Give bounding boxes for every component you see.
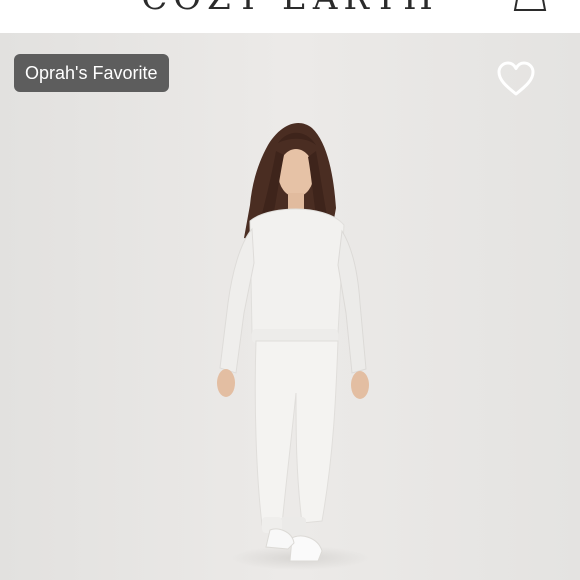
oprahs-favorite-badge: Oprah's Favorite	[14, 54, 169, 92]
shopping-bag-icon[interactable]	[512, 0, 548, 12]
product-hero: Oprah's Favorite	[0, 33, 580, 580]
woman-in-lounge-set-photo	[0, 33, 580, 580]
brand-logo[interactable]: COZY EARTH	[0, 0, 580, 18]
site-header: COZY EARTH	[0, 0, 580, 33]
heart-outline-icon[interactable]	[496, 61, 536, 97]
